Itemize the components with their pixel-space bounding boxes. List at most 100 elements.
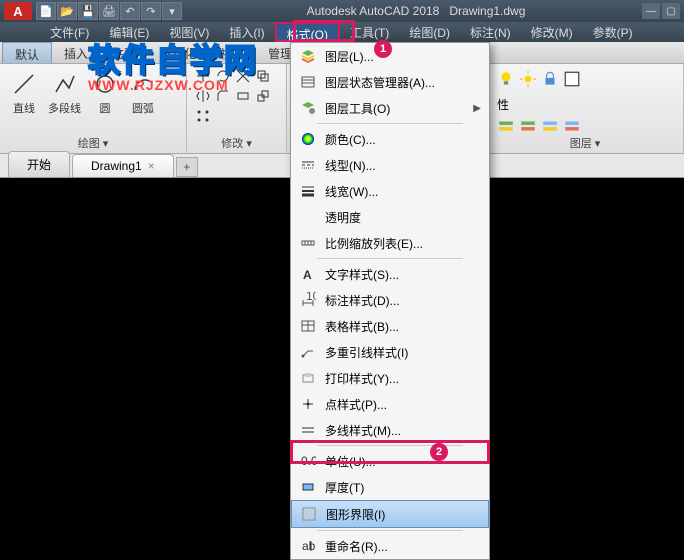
new-tab-button[interactable]: + <box>176 157 198 177</box>
menu-item-label: 图层状态管理器(A)... <box>325 74 435 91</box>
menu-item-mlinestyle[interactable]: 多线样式(M)... <box>291 417 489 443</box>
layer-square-icon[interactable] <box>563 70 581 88</box>
qat-redo[interactable]: ↷ <box>141 2 161 20</box>
layer-icon-2[interactable] <box>519 117 537 135</box>
app-logo[interactable]: A <box>4 2 32 20</box>
menu-item-units[interactable]: 0.0单位(U)... <box>291 448 489 474</box>
menu-item-color[interactable]: 颜色(C)... <box>291 126 489 152</box>
menu-edit[interactable]: 编辑(E) <box>99 22 159 42</box>
menu-item-rename[interactable]: ab 重命名(R)... <box>291 533 489 559</box>
qat-dropdown[interactable]: ▾ <box>162 2 182 20</box>
menu-item-label: 厚度(T) <box>325 479 364 496</box>
color-icon <box>299 130 317 148</box>
menu-draw[interactable]: 绘图(D) <box>399 22 460 42</box>
svg-text:10: 10 <box>306 292 316 303</box>
layer-icon-4[interactable] <box>563 117 581 135</box>
qat-new[interactable]: 📄 <box>36 2 56 20</box>
tab-default[interactable]: 默认 <box>2 42 52 63</box>
qat-open[interactable]: 📂 <box>57 2 77 20</box>
tab-view[interactable]: 视图 <box>208 42 256 63</box>
qat-save[interactable]: 💾 <box>78 2 98 20</box>
menu-item-label: 重命名(R)... <box>325 538 388 555</box>
menu-item-label: 图层工具(O) <box>325 100 390 117</box>
window-title: Autodesk AutoCAD 2018 Drawing1.dwg <box>190 4 642 18</box>
sun-icon[interactable] <box>519 70 537 88</box>
menu-tools[interactable]: 工具(T) <box>340 22 399 42</box>
menu-item-tablestyle[interactable]: 表格样式(B)... <box>291 313 489 339</box>
tool-arc[interactable]: 圆弧 <box>127 68 159 118</box>
tab-drawing1[interactable]: Drawing1 × <box>72 154 174 177</box>
tab-insert[interactable]: 插入 <box>52 42 100 63</box>
line-icon <box>10 70 38 98</box>
tab-start[interactable]: 开始 <box>8 151 70 177</box>
tool-trim[interactable] <box>235 68 251 84</box>
menu-modify[interactable]: 修改(M) <box>521 22 583 42</box>
menu-item-pointstyle[interactable]: 点样式(P)... <box>291 391 489 417</box>
menu-parametric[interactable]: 参数(P) <box>583 22 643 42</box>
menu-item-label: 透明度 <box>325 209 361 226</box>
menu-separator <box>317 258 463 259</box>
menu-insert[interactable]: 插入(I) <box>219 22 274 42</box>
circle-icon <box>91 70 119 98</box>
menubar: 文件(F) 编辑(E) 视图(V) 插入(I) 格式(O) 工具(T) 绘图(D… <box>0 22 684 42</box>
mleader-icon <box>299 343 317 361</box>
lock-icon[interactable] <box>541 70 559 88</box>
menu-item-label: 多重引线样式(I) <box>325 344 408 361</box>
tool-array[interactable] <box>195 108 211 124</box>
menu-item-layertool[interactable]: 图层工具(O) ▶ <box>291 95 489 121</box>
layer-icon-3[interactable] <box>541 117 559 135</box>
tool-fillet[interactable] <box>215 88 231 104</box>
menu-item-trans[interactable]: 透明度 <box>291 204 489 230</box>
tool-copy[interactable] <box>255 68 271 84</box>
qat-undo[interactable]: ↶ <box>120 2 140 20</box>
tool-rotate[interactable] <box>215 68 231 84</box>
menu-item-dimstyle[interactable]: 10标注样式(D)... <box>291 287 489 313</box>
menu-item-limits[interactable]: 图形界限(I) <box>291 500 489 528</box>
menu-item-label: 颜色(C)... <box>325 131 376 148</box>
menu-item-label: 比例缩放列表(E)... <box>325 235 423 252</box>
panel-layer-label[interactable]: 图层 ▾ <box>487 135 683 151</box>
maximize-button[interactable]: ▢ <box>662 3 680 19</box>
menu-item-layerstate[interactable]: 图层状态管理器(A)... <box>291 69 489 95</box>
tool-circle[interactable]: 圆 <box>89 68 121 118</box>
textstyle-icon: A <box>299 265 317 283</box>
submenu-arrow-icon: ▶ <box>473 103 481 114</box>
menu-file[interactable]: 文件(F) <box>40 22 99 42</box>
plotstyle-icon <box>299 369 317 387</box>
qat-print[interactable]: 🖨 <box>99 2 119 20</box>
tool-move[interactable] <box>195 68 211 84</box>
minimize-button[interactable]: — <box>642 3 660 19</box>
menu-item-scale[interactable]: 比例缩放列表(E)... <box>291 230 489 256</box>
tool-line[interactable]: 直线 <box>8 68 40 118</box>
tab-parametric[interactable]: 参数化 <box>148 42 208 63</box>
menu-item-lineweight[interactable]: 线宽(W)... <box>291 178 489 204</box>
panel-modify-label[interactable]: 修改 ▾ <box>187 135 286 151</box>
quick-access-toolbar: 📄 📂 💾 🖨 ↶ ↷ ▾ <box>36 2 182 20</box>
menu-item-linetype[interactable]: 线型(N)... <box>291 152 489 178</box>
menu-item-thickness[interactable]: 厚度(T) <box>291 474 489 500</box>
menu-view[interactable]: 视图(V) <box>159 22 219 42</box>
menu-format[interactable]: 格式(O) <box>275 22 340 42</box>
tab-annotate[interactable]: 注释 <box>100 42 148 63</box>
bulb-icon[interactable] <box>497 70 515 88</box>
tool-mirror[interactable] <box>195 88 211 104</box>
layer-icon-1[interactable] <box>497 117 515 135</box>
svg-text:ab: ab <box>302 539 316 553</box>
limits-icon <box>300 505 318 523</box>
tool-stretch[interactable] <box>235 88 251 104</box>
panel-draw: 直线 多段线 圆 圆弧 绘图 ▾ <box>0 64 187 153</box>
menu-item-plotstyle[interactable]: 打印样式(Y)... <box>291 365 489 391</box>
menu-dimension[interactable]: 标注(N) <box>460 22 521 42</box>
mlinestyle-icon <box>299 421 317 439</box>
menu-item-textstyle[interactable]: A文字样式(S)... <box>291 261 489 287</box>
tool-polyline[interactable]: 多段线 <box>46 68 83 118</box>
menu-item-label: 单位(U)... <box>325 453 376 470</box>
menu-item-label: 线型(N)... <box>325 157 376 174</box>
panel-draw-label[interactable]: 绘图 ▾ <box>0 135 186 151</box>
format-menu-dropdown: 图层(L)...图层状态管理器(A)...图层工具(O)▶颜色(C)...线型(… <box>290 42 490 560</box>
tool-scale[interactable] <box>255 88 271 104</box>
menu-item-mleader[interactable]: 多重引线样式(I) <box>291 339 489 365</box>
close-icon[interactable]: × <box>148 159 155 173</box>
trans-icon <box>299 208 317 226</box>
rename-icon: ab <box>299 537 317 555</box>
